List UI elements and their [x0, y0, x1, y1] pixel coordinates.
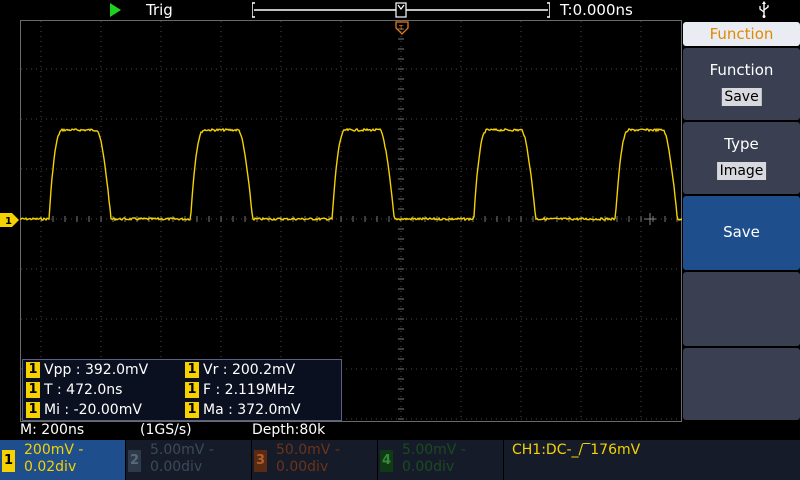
- trigger-settings[interactable]: CH1:DC-_/‾176mV: [504, 440, 800, 480]
- menu-type-label: Type: [724, 135, 759, 153]
- channel-volts-div: 200mV -: [24, 442, 84, 458]
- channel-4-settings[interactable]: 4 5.00mV - 0.00div: [378, 440, 503, 480]
- measurement-value: Vpp : 392.0mV: [44, 362, 149, 378]
- measurement-row: 1 T : 472.0ns 1 F : 2.119MHz: [23, 380, 341, 400]
- channel-bar: 1 200mV - 0.02div 2 5.00mV - 0.00div 3 5…: [0, 440, 800, 480]
- menu-title: Function: [683, 22, 800, 46]
- channel-number: 3: [254, 450, 267, 472]
- channel-offset: 0.00div: [402, 459, 455, 475]
- menu-function-option[interactable]: Function Save: [683, 48, 800, 120]
- function-menu: Function Function Save Type Image Save: [682, 20, 800, 422]
- sample-rate-readout: (1GS/s): [140, 422, 192, 438]
- menu-save-button[interactable]: Save: [683, 196, 800, 270]
- channel-badge: 1: [185, 362, 199, 378]
- menu-save-label: Save: [723, 223, 760, 241]
- channel-offset: 0.00div: [150, 459, 203, 475]
- trigger-time-readout: T:0.000ns: [560, 1, 633, 19]
- channel-badge: 1: [26, 402, 40, 418]
- measurement-period: 1 T : 472.0ns: [26, 380, 122, 400]
- svg-text:1: 1: [5, 216, 12, 227]
- menu-empty-slot[interactable]: [683, 272, 800, 346]
- channel-offset: 0.02div: [24, 459, 77, 475]
- usb-icon: [759, 1, 769, 18]
- ch1-level-marker[interactable]: 1: [0, 213, 20, 227]
- svg-text:T: T: [398, 24, 404, 32]
- measurement-vr: 1 Vr : 200.2mV: [185, 360, 295, 380]
- cursor-cross-icon: [644, 213, 656, 225]
- channel-badge: 1: [185, 382, 199, 398]
- trigger-info-text: CH1:DC-_/‾176mV: [512, 442, 641, 458]
- channel-number: 4: [380, 450, 393, 472]
- measurement-value: T : 472.0ns: [44, 382, 123, 398]
- measurement-row: 1 Vpp : 392.0mV 1 Vr : 200.2mV: [23, 360, 341, 380]
- trigger-status: Trig: [146, 1, 173, 19]
- channel-3-settings[interactable]: 3 50.0mV - 0.00div: [252, 440, 377, 480]
- channel-volts-div: 5.00mV -: [402, 442, 466, 458]
- measurement-row: 1 Mi : -20.00mV 1 Ma : 372.0mV: [23, 400, 341, 420]
- menu-function-label: Function: [709, 61, 774, 79]
- ch1-waveform: [20, 127, 682, 222]
- menu-function-value: Save: [721, 88, 762, 106]
- channel-badge: 1: [26, 382, 40, 398]
- memory-position-bar[interactable]: [252, 2, 550, 18]
- measurement-value: Ma : 372.0mV: [203, 402, 301, 418]
- play-triangle-icon[interactable]: [110, 3, 121, 17]
- menu-empty-slot[interactable]: [683, 348, 800, 420]
- channel-badge: 1: [185, 402, 199, 418]
- channel-number: 2: [128, 450, 141, 472]
- status-bar: Trig T:0.000ns: [0, 0, 800, 20]
- channel-offset: 0.00div: [276, 459, 329, 475]
- measurement-frequency: 1 F : 2.119MHz: [185, 380, 295, 400]
- measurement-min: 1 Mi : -20.00mV: [26, 400, 142, 420]
- acquisition-info: M: 200ns (1GS/s) Depth:80k: [0, 422, 800, 440]
- channel-volts-div: 50.0mV -: [276, 442, 340, 458]
- channel-number: 1: [2, 450, 15, 472]
- menu-type-option[interactable]: Type Image: [683, 122, 800, 194]
- measurement-vpp: 1 Vpp : 392.0mV: [26, 360, 148, 380]
- measurement-value: Vr : 200.2mV: [203, 362, 296, 378]
- measurement-value: Mi : -20.00mV: [44, 402, 142, 418]
- measurement-max: 1 Ma : 372.0mV: [185, 400, 301, 420]
- channel-badge: 1: [26, 362, 40, 378]
- measurement-panel: 1 Vpp : 392.0mV 1 Vr : 200.2mV 1 T : 472…: [22, 359, 342, 421]
- channel-1-settings[interactable]: 1 200mV - 0.02div: [0, 440, 125, 480]
- measurement-value: F : 2.119MHz: [203, 382, 295, 398]
- channel-volts-div: 5.00mV -: [150, 442, 214, 458]
- trigger-position-marker: T: [395, 21, 409, 35]
- channel-2-settings[interactable]: 2 5.00mV - 0.00div: [126, 440, 251, 480]
- memory-depth-readout: Depth:80k: [252, 422, 326, 438]
- timebase-readout[interactable]: M: 200ns: [20, 422, 84, 438]
- menu-type-value: Image: [716, 162, 767, 180]
